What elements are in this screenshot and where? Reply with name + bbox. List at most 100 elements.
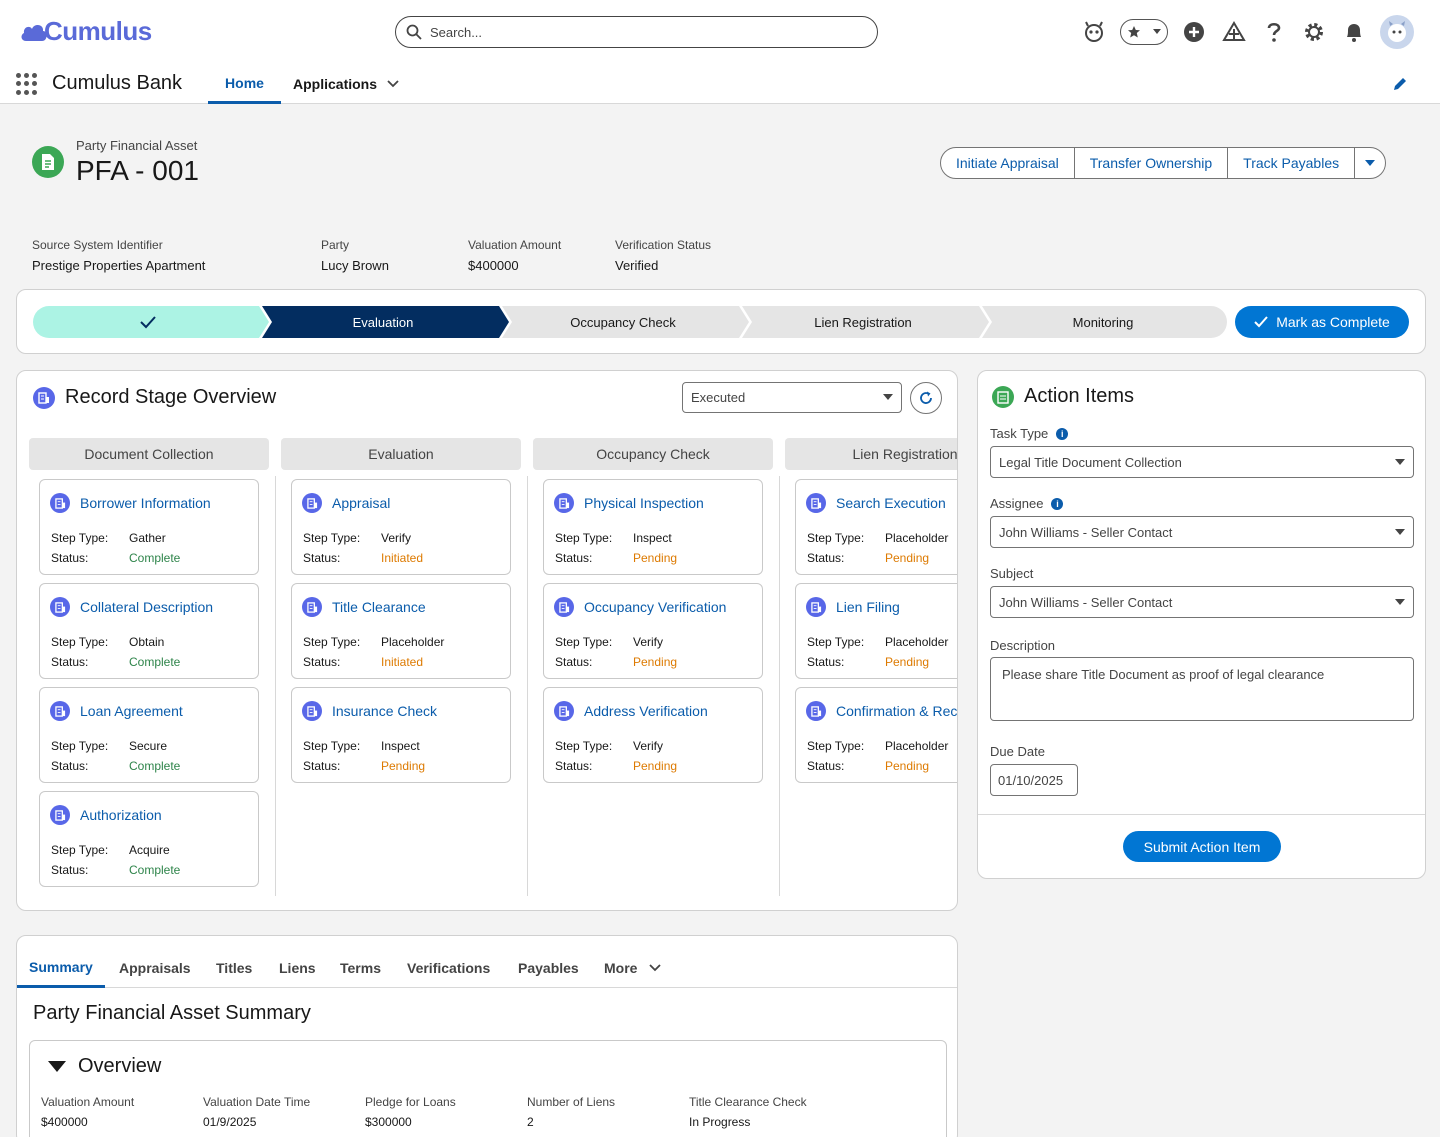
overview-section-header[interactable]: Overview [48, 1055, 161, 1078]
building-icon [554, 597, 574, 617]
assignee-select[interactable]: John Williams - Seller Contact [990, 516, 1414, 548]
step-status-value: Initiated [381, 655, 424, 669]
step-name-link[interactable]: Borrower Information [80, 495, 211, 511]
step-type-value: Secure [129, 739, 168, 753]
step-type-label: Step Type: [51, 739, 109, 753]
stage-filter-select[interactable]: Executed [682, 382, 902, 413]
step-name-link[interactable]: Appraisal [332, 495, 390, 511]
step-status-value: Initiated [381, 551, 424, 565]
highlight-verification-status: Verification Status Verified [615, 238, 711, 273]
step-type-row: Step Type: Inspect [555, 531, 672, 545]
step-type-label: Step Type: [303, 739, 361, 753]
stage-step-card[interactable]: Physical Inspection Step Type: Inspect Stat… [543, 479, 763, 575]
mark-as-complete-button[interactable]: Mark as Complete [1235, 306, 1409, 338]
step-status-label: Status: [303, 655, 341, 669]
trailhead-icon[interactable] [1214, 14, 1254, 50]
app-name: Cumulus Bank [52, 72, 183, 94]
step-status-label: Status: [807, 655, 845, 669]
step-type-row: Step Type: Acquire [51, 843, 170, 857]
submit-action-item-button[interactable]: Submit Action Item [1123, 831, 1281, 862]
building-icon [806, 597, 826, 617]
field-pledge-for-loans: Pledge for Loans $300000 [365, 1095, 456, 1129]
favorites-dropdown-icon[interactable] [1152, 28, 1162, 36]
stage-step-card[interactable]: Lien Filing Step Type: Placeholder Status: P… [795, 583, 957, 679]
assignee-label-row: Assignee i [990, 496, 1064, 511]
task-type-select[interactable]: Legal Title Document Collection [990, 446, 1414, 478]
tab-more[interactable]: More [592, 948, 673, 988]
step-status-label: Status: [555, 759, 593, 773]
help-icon[interactable] [1254, 14, 1294, 50]
stage-step-card[interactable]: Authorization Step Type: Acquire Status: Com… [39, 791, 259, 887]
step-name-link[interactable]: Lien Filing [836, 599, 900, 615]
due-date-input[interactable]: 01/10/2025 [990, 764, 1078, 796]
tab-terms[interactable]: Terms [328, 948, 393, 988]
stage-step-card[interactable]: Borrower Information Step Type: Gather Stat… [39, 479, 259, 575]
stage-step-card[interactable]: Collateral Description Step Type: Obtain St… [39, 583, 259, 679]
user-avatar[interactable] [1380, 15, 1414, 49]
record-stage-overview-title: Record Stage Overview [65, 386, 277, 408]
lane-divider [275, 476, 276, 896]
transfer-ownership-button[interactable]: Transfer Ownership [1075, 148, 1229, 178]
nav-tab-home[interactable]: Home [208, 64, 281, 104]
tab-appraisals[interactable]: Appraisals [107, 948, 203, 988]
record-title: PFA - 001 [76, 155, 199, 186]
favorites-group[interactable] [1120, 19, 1168, 45]
step-name-link[interactable]: Title Clearance [332, 599, 426, 615]
stage-step-card[interactable]: Insurance Check Step Type: Inspect Status: P… [291, 687, 511, 783]
stage-step-card[interactable]: Appraisal Step Type: Verify Status: Initiate… [291, 479, 511, 575]
task-type-value: Legal Title Document Collection [999, 454, 1182, 470]
global-search-input[interactable]: Search... [395, 16, 878, 48]
step-name-link[interactable]: Physical Inspection [584, 495, 704, 511]
tab-verifications[interactable]: Verifications [395, 948, 502, 988]
step-type-value: Verify [633, 739, 664, 753]
step-status-value: Complete [129, 551, 181, 565]
step-status-row: Status: Complete [51, 655, 180, 669]
cumulus-logo[interactable]: Cumulus [20, 16, 152, 47]
tab-titles[interactable]: Titles [204, 948, 264, 988]
step-type-value: Acquire [129, 843, 170, 857]
stage-step-card[interactable]: Confirmation & Record Step Type: Placehold… [795, 687, 957, 783]
stage-step-card[interactable]: Loan Agreement Step Type: Secure Status: Com… [39, 687, 259, 783]
track-payables-button[interactable]: Track Payables [1228, 148, 1356, 178]
stage-filter-value: Executed [691, 390, 746, 405]
stage-step-card[interactable]: Occupancy Verification Step Type: Verify St… [543, 583, 763, 679]
stage-step-card[interactable]: Title Clearance Step Type: Placeholder Stat… [291, 583, 511, 679]
star-icon[interactable] [1127, 25, 1141, 39]
tab-payables[interactable]: Payables [506, 948, 591, 988]
collapse-triangle-icon[interactable] [48, 1060, 66, 1073]
initiate-appraisal-button[interactable]: Initiate Appraisal [941, 148, 1075, 178]
step-status-label: Status: [51, 551, 89, 565]
path-stage-label-monitoring: Monitoring [1072, 314, 1134, 330]
tab-summary[interactable]: Summary [17, 948, 105, 988]
stage-step-card[interactable]: Search Execution Step Type: Placeholder Sta… [795, 479, 957, 575]
stage-step-card[interactable]: Address Verification Step Type: Verify Stat… [543, 687, 763, 783]
step-name-link[interactable]: Authorization [80, 807, 162, 823]
step-name-link[interactable]: Insurance Check [332, 703, 437, 719]
notifications-bell-icon[interactable] [1334, 14, 1374, 50]
description-textarea[interactable]: Please share Title Document as proof of … [990, 657, 1414, 721]
chevron-down-icon[interactable] [387, 80, 399, 88]
step-name-link[interactable]: Search Execution [836, 495, 946, 511]
step-type-label: Step Type: [807, 531, 865, 545]
subject-select[interactable]: John Williams - Seller Contact [990, 586, 1414, 618]
field-valuation-amount: Valuation Amount $400000 [41, 1095, 134, 1129]
app-launcher-icon[interactable] [16, 73, 38, 95]
step-name-link[interactable]: Loan Agreement [80, 703, 183, 719]
info-icon[interactable]: i [1056, 427, 1069, 440]
info-icon[interactable]: i [1051, 497, 1064, 510]
tab-liens[interactable]: Liens [267, 948, 328, 988]
tab-more-label: More [604, 960, 638, 976]
refresh-button[interactable] [910, 382, 942, 414]
einstein-icon[interactable] [1074, 14, 1114, 50]
step-name-link[interactable]: Occupancy Verification [584, 599, 726, 615]
edit-nav-pencil-icon[interactable] [1392, 76, 1408, 95]
step-name-link[interactable]: Confirmation & Record [836, 703, 957, 719]
step-name-link[interactable]: Address Verification [584, 703, 708, 719]
step-name-link[interactable]: Collateral Description [80, 599, 213, 615]
global-actions-icon[interactable] [1174, 14, 1214, 50]
more-actions-dropdown[interactable] [1355, 148, 1385, 178]
step-type-row: Step Type: Gather [51, 531, 166, 545]
step-type-label: Step Type: [51, 843, 109, 857]
nav-tab-applications[interactable]: Applications [293, 64, 399, 104]
setup-gear-icon[interactable] [1294, 14, 1334, 50]
